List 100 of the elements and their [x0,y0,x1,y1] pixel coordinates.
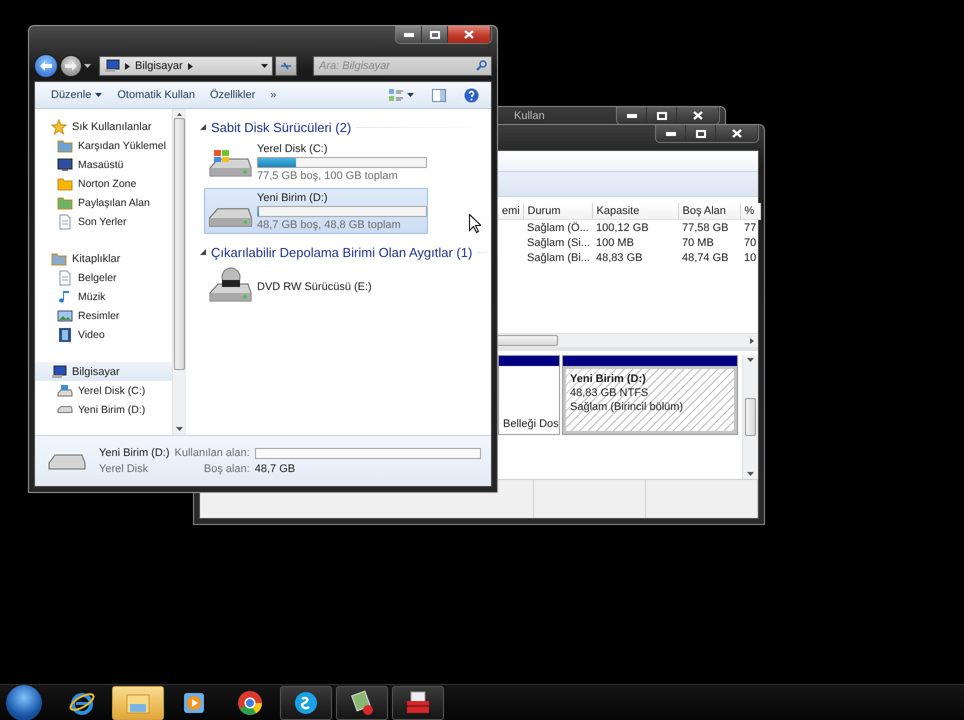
folder-icon [57,138,73,154]
group-header[interactable]: Çıkarılabilir Depolama Birimi Olan Aygıtlar (1) [211,244,472,260]
nav-item[interactable]: Norton Zone [35,174,172,193]
close-icon [732,129,742,138]
expanded-triangle-icon [200,124,206,130]
back-arrow-icon [40,61,52,71]
drive-name: Yeni Birim (D:) [257,192,328,204]
refresh-button[interactable] [275,56,297,76]
selected-name: Yeni Birim (D:) [99,447,170,459]
drive-item[interactable]: DVD RW Sürücüsü (E:) [204,264,428,310]
toolbar-button[interactable]: » [266,86,288,104]
caret-icon [84,64,91,68]
column-header[interactable]: Kapasite [592,203,678,220]
minimize-icon [404,32,414,36]
partition-block[interactable]: Belleği Dos [498,355,560,435]
group-header[interactable]: Sabit Disk Sürücüleri (2) [211,120,352,134]
document-icon [57,270,73,286]
close-icon [464,30,474,39]
folder-icon [57,176,73,192]
nav-item[interactable]: Yerel Disk (C:) [35,381,172,400]
table-cell: 10 [744,252,756,264]
drive-capacity: 77,5 GB boş, 100 GB toplam [257,170,399,182]
forward-button[interactable] [60,55,82,77]
table-cell: Sağlam (Si... [527,236,590,248]
breadcrumb[interactable]: Bilgisayar [135,60,183,72]
minimize-button[interactable] [396,26,422,43]
vertical-scrollbar[interactable] [172,109,185,435]
minimize-button[interactable] [617,107,647,124]
vertical-scrollbar[interactable] [742,355,758,479]
drive-capacity: 48,7 GB boş, 48,8 GB toplam [257,218,402,230]
scrollbar-thumb[interactable] [496,335,558,346]
chevron-right-icon [125,62,130,70]
circle-logo-icon [236,689,264,717]
nav-item[interactable]: Karşıdan Yüklemel [35,136,172,155]
column-header[interactable]: Boş Alan [678,203,740,220]
scrollbar-thumb[interactable] [745,398,756,436]
table-cell: 48,74 GB [682,252,728,264]
toolbar-button[interactable]: Düzenle [47,86,114,104]
column-header[interactable]: emi [498,203,523,220]
close-button[interactable] [716,125,758,142]
nav-item[interactable]: Resimler [35,306,172,325]
toolbar-button[interactable]: Otomatik Kullan [113,86,206,104]
partition-header [499,356,559,366]
partition-status: Sağlam (Birincil bölüm) [570,400,684,414]
maximize-button[interactable] [647,107,677,124]
taskbar-button[interactable] [336,686,388,720]
refresh-icon [280,61,292,71]
back-button[interactable] [34,54,58,78]
start-button[interactable] [6,685,42,720]
table-cell: Sağlam (Ö... [527,222,589,234]
address-bar[interactable]: Bilgisayar [99,56,273,76]
table-cell: 77 [744,222,756,234]
drive-type: Yerel Disk [99,463,150,475]
nav-item[interactable]: Kitaplıklar [35,249,172,268]
partition-block[interactable]: Yeni Birim (D:) 48,83 GB NTFS Sağlam (Birincil bölüm) [562,355,738,435]
scrollbar-thumb[interactable] [174,118,184,370]
nav-item[interactable]: Masaüstü [35,155,172,174]
drive-name: DVD RW Sürücüsü (E:) [257,281,372,293]
maximize-icon [430,30,440,38]
nav-item[interactable]: Paylaşılan Alan [35,193,172,212]
document-icon [57,214,73,230]
folder-icon [51,250,67,266]
table-cell: 70 [744,236,756,248]
horizontal-scrollbar[interactable] [498,333,758,347]
maximize-icon [696,130,706,138]
window-title: Kullan [513,109,546,122]
image-app-icon [348,689,376,717]
nav-item[interactable]: Yeni Birim (D:) [35,400,172,419]
maximize-button[interactable] [686,125,716,142]
nav-item[interactable]: Müzik [35,287,172,306]
minimize-button[interactable] [656,125,686,142]
close-button[interactable] [677,107,719,124]
close-button[interactable] [448,26,491,43]
list-view-icon [389,88,403,102]
search-icon [476,60,487,71]
table-cell: 70 MB [682,236,714,248]
expanded-triangle-icon [200,249,206,255]
picture-icon [57,308,73,324]
drive-item[interactable]: Yeni Birim (D:) 48,7 GB boş, 48,8 GB toplam [204,188,428,234]
column-header[interactable]: Durum [523,203,592,220]
partition-name: Yeni Birim (D:) [570,372,647,386]
column-header[interactable]: % [740,203,760,220]
maximize-button[interactable] [422,26,448,43]
computer-icon [104,58,120,74]
nav-item[interactable]: Son Yerler [35,212,172,231]
caret-icon [747,358,754,362]
caret-icon [747,472,754,476]
nav-item[interactable]: Belgeler [35,268,172,287]
taskbar-button[interactable] [280,686,332,720]
table-cell: 100 MB [596,236,634,248]
forward-arrow-icon [65,61,77,71]
nav-item[interactable]: Sık Kullanılanlar [35,117,172,136]
nav-item[interactable]: Bilgisayar [35,362,172,381]
free-space-value: 48,7 GB [254,463,296,475]
scroll-right-icon [750,338,754,344]
toolbar-button[interactable]: Özellikler [206,86,266,104]
taskbar-button[interactable] [392,686,444,720]
folder-icon [57,194,73,210]
nav-item[interactable]: Video [35,325,172,344]
drive-item[interactable]: Yerel Disk (C:) 77,5 GB boş, 100 GB toplam [204,139,428,185]
